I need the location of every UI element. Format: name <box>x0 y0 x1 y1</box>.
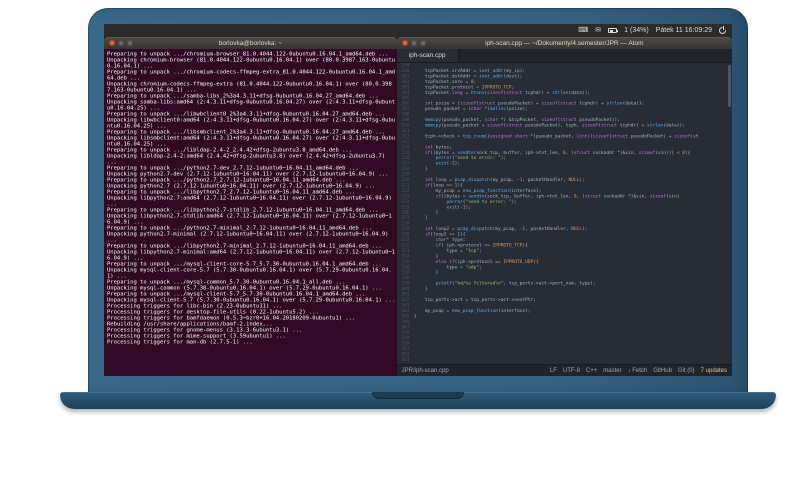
status-file-path[interactable]: JPR/iph-scan.cpp <box>402 368 449 374</box>
power-icon[interactable] <box>719 26 726 34</box>
desktop: borlovka@borlovka: ~ Preparing to unpack… <box>104 37 732 376</box>
terminal-line: Unpacking libpython2.7-stdlib:amd64 (2.7… <box>107 212 392 225</box>
laptop-base <box>60 392 776 409</box>
keyboard-indicator-icon[interactable]: ⌨ <box>578 24 588 37</box>
status-item--fetch[interactable]: ↓ Fetch <box>628 368 648 374</box>
maximize-button[interactable] <box>127 40 133 46</box>
clock[interactable]: Pátek 11 16:09:29 <box>656 27 712 34</box>
maximize-button[interactable] <box>419 40 426 46</box>
terminal-title: borlovka@borlovka: ~ <box>218 39 282 47</box>
close-button[interactable] <box>401 40 408 46</box>
system-menubar: ⌨ ✉ 1 (34%) Pátek 11 16:09:29 <box>104 24 732 37</box>
terminal-line: Unpacking chromium-codecs-ffmpeg-extra (… <box>107 80 392 93</box>
status-item-git-0-[interactable]: Git (0) <box>678 368 695 374</box>
page-background: ⌨ ✉ 1 (34%) Pátek 11 16:09:29 borlovka@b… <box>0 0 800 477</box>
terminal-line: Unpacking libwbclient0:amd64 (2:4.3.11+d… <box>107 116 396 129</box>
minimize-button[interactable] <box>410 40 417 46</box>
terminal-window: borlovka@borlovka: ~ Preparing to unpack… <box>104 37 397 376</box>
laptop-screen: ⌨ ✉ 1 (34%) Pátek 11 16:09:29 borlovka@b… <box>104 24 732 376</box>
messaging-icon[interactable]: ✉ <box>595 24 601 37</box>
terminal-output[interactable]: Preparing to unpack .../chromium-browser… <box>104 49 397 376</box>
terminal-line: Unpacking libpython2.7:amd64 (2.7.12-1ub… <box>107 194 396 207</box>
terminal-titlebar[interactable]: borlovka@borlovka: ~ <box>104 37 397 49</box>
tab-iph-scan-cpp[interactable]: iph-scan.cpp <box>396 49 459 62</box>
editor-tabbar: iph-scan.cpp <box>396 49 732 63</box>
terminal-line: Processing triggers for man-db (2.7.5-1)… <box>107 338 253 345</box>
battery-label[interactable]: 1 (34%) <box>624 27 649 34</box>
code-line: 310 memcpy(pseudo_packet + sizeof(struct… <box>401 122 685 128</box>
terminal-line: Unpacking libpython2.7-minimal:amd64 (2.… <box>107 248 396 261</box>
code-line: 312 tcph->check = tcp_csum((unsigned sho… <box>401 133 699 139</box>
terminal-line: Unpacking samba-libs:amd64 (2:4.3.11+dfs… <box>107 98 396 111</box>
status-item-lf[interactable]: LF <box>550 368 557 374</box>
status-item-master[interactable]: master <box>603 368 621 374</box>
window-buttons <box>109 40 133 46</box>
updates-badge[interactable]: 7 updates <box>701 368 727 374</box>
minimize-button[interactable] <box>118 40 124 46</box>
status-item-github[interactable]: GitHub <box>653 368 672 374</box>
editor-statusbar: JPR/iph-scan.cpp LF UTF-8 C++ master ↓ Fetch… <box>396 364 732 376</box>
editor-titlebar[interactable]: iph-scan.cpp — ~/Dokumenty/4.semester/JP… <box>396 37 732 49</box>
battery-icon[interactable] <box>608 28 619 33</box>
code-line: 353 <box>401 357 410 363</box>
status-item-c-[interactable]: C++ <box>586 368 597 374</box>
status-item-utf-8[interactable]: UTF-8 <box>563 368 580 374</box>
window-buttons <box>401 40 426 46</box>
terminal-line: Unpacking chromium-browser (81.0.4044.12… <box>107 56 396 69</box>
laptop-base-notch <box>372 392 464 399</box>
terminal-line: Unpacking mysql-client-core-5.7 (5.7.30-… <box>107 266 392 279</box>
close-button[interactable] <box>109 40 115 46</box>
terminal-line: Preparing to unpack .../chromium-codecs-… <box>107 68 396 81</box>
editor-scrollbar[interactable] <box>728 65 731 107</box>
terminal-line: Unpacking python2.7-minimal (2.7.12-1ubu… <box>107 230 392 243</box>
editor-title: iph-scan.cpp — ~/Dokumenty/4.semester/JP… <box>485 39 644 47</box>
code-editor[interactable]: 299 300 tcpPacket.srcAddr = inet_addr(my… <box>396 63 732 364</box>
terminal-line: Unpacking libldap-2.4-2:amd64 (2.4.42+df… <box>107 152 389 165</box>
editor-window: iph-scan.cpp — ~/Dokumenty/4.semester/JP… <box>396 37 732 376</box>
terminal-line: Unpacking libsmbclient:amd64 (2:4.3.11+d… <box>107 134 396 147</box>
